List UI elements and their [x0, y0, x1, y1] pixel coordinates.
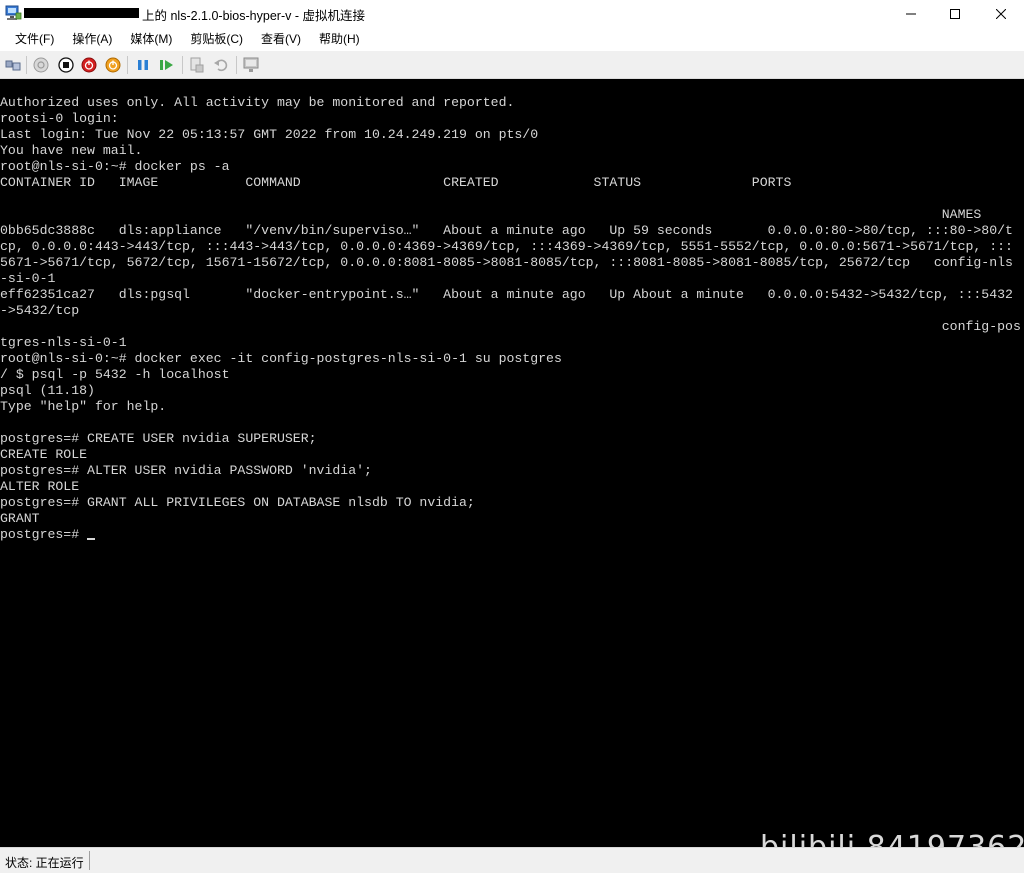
toolbar-separator	[236, 56, 237, 74]
terminal-line: eff62351ca27 dls:pgsql "docker-entrypoin…	[0, 287, 1013, 302]
status-bar: 状态: 正在运行	[0, 847, 1024, 873]
revert-button[interactable]	[212, 56, 230, 74]
terminal-line: tgres-nls-si-0-1	[0, 335, 127, 350]
menu-action[interactable]: 操作(A)	[63, 27, 121, 51]
terminal-line: / $ psql -p 5432 -h localhost	[0, 367, 230, 382]
window-title: 上的 nls-2.1.0-bios-hyper-v - 虚拟机连接	[142, 9, 365, 23]
enhanced-session-icon	[243, 57, 259, 72]
ctrl-alt-del-button[interactable]	[4, 56, 22, 74]
terminal-line: postgres=# ALTER USER nvidia PASSWORD 'n…	[0, 463, 372, 478]
pause-button[interactable]	[134, 56, 152, 74]
terminal-line: postgres=# GRANT ALL PRIVILEGES ON DATAB…	[0, 495, 475, 510]
checkpoint-button[interactable]	[188, 56, 206, 74]
ctrl-alt-del-icon	[5, 60, 21, 71]
shut-down-icon	[81, 57, 97, 73]
resume-button[interactable]	[158, 56, 176, 74]
minimize-button[interactable]	[888, 0, 934, 27]
menu-clipboard[interactable]: 剪贴板(C)	[181, 27, 252, 51]
terminal-line: CONTAINER ID IMAGE COMMAND CREATED STATU…	[0, 175, 792, 190]
turn-off-icon	[58, 57, 74, 73]
close-button[interactable]	[978, 0, 1024, 27]
terminal-line: ALTER ROLE	[0, 479, 80, 494]
revert-icon	[214, 59, 228, 72]
terminal-line: ->5432/tcp	[0, 303, 80, 318]
terminal-line: postgres=# CREATE USER nvidia SUPERUSER;	[0, 431, 317, 446]
terminal-line: root@nls-si-0:~# docker ps -a	[0, 159, 230, 174]
vm-connection-icon	[5, 5, 22, 20]
toolbar	[0, 51, 1024, 79]
maximize-button[interactable]	[932, 0, 978, 27]
terminal-line: root@nls-si-0:~# docker exec -it config-…	[0, 351, 562, 366]
terminal-line: You have new mail.	[0, 143, 143, 158]
terminal-line: NAMES	[0, 207, 982, 222]
vm-console-screen[interactable]: Authorized uses only. All activity may b…	[0, 79, 1024, 847]
maximize-icon	[950, 8, 960, 19]
terminal-line: Authorized uses only. All activity may b…	[0, 95, 515, 110]
terminal-line: Type "help" for help.	[0, 399, 167, 414]
terminal-line: CREATE ROLE	[0, 447, 88, 462]
terminal-line: rootsi-0 login:	[0, 111, 119, 126]
terminal-line: 0bb65dc3888c dls:appliance "/venv/bin/su…	[0, 223, 1013, 238]
menu-help[interactable]: 帮助(H)	[310, 27, 369, 51]
enhanced-session-button[interactable]	[243, 56, 261, 74]
terminal-prompt-line[interactable]: postgres=#	[0, 527, 96, 543]
menu-bar: 文件(F) 操作(A) 媒体(M) 剪贴板(C) 查看(V) 帮助(H)	[0, 27, 1024, 51]
shut-down-button[interactable]	[80, 56, 98, 74]
terminal-line: GRANT	[0, 511, 40, 526]
toolbar-separator	[127, 56, 128, 74]
status-separator	[89, 851, 90, 870]
menu-view[interactable]: 查看(V)	[252, 27, 310, 51]
close-icon	[996, 8, 1006, 19]
checkpoint-icon	[190, 57, 204, 73]
terminal-line: 5671->5671/tcp, 5672/tcp, 15671-15672/tc…	[0, 255, 1013, 270]
power-icon	[105, 57, 121, 73]
terminal-prompt: postgres=#	[0, 527, 88, 542]
redacted-host-name	[24, 8, 139, 18]
menu-file[interactable]: 文件(F)	[6, 27, 63, 51]
status-text: 状态: 正在运行	[5, 856, 84, 870]
minimize-icon	[906, 13, 916, 14]
menu-media[interactable]: 媒体(M)	[121, 27, 181, 51]
terminal-line: Last login: Tue Nov 22 05:13:57 GMT 2022…	[0, 127, 539, 142]
terminal-line: config-pos	[0, 319, 1021, 334]
terminal-line: -si-0-1	[0, 271, 56, 286]
start-button[interactable]	[32, 56, 50, 74]
title-bar: 上的 nls-2.1.0-bios-hyper-v - 虚拟机连接	[0, 0, 1024, 27]
terminal-line: psql (11.18)	[0, 383, 95, 398]
pause-icon	[138, 60, 148, 70]
start-icon	[33, 57, 49, 73]
save-state-button[interactable]	[104, 56, 122, 74]
turn-off-button[interactable]	[57, 56, 75, 74]
toolbar-separator	[26, 56, 27, 74]
terminal-line: cp, 0.0.0.0:443->443/tcp, :::443->443/tc…	[0, 239, 1013, 254]
text-cursor	[87, 538, 96, 540]
toolbar-separator	[182, 56, 183, 74]
resume-icon	[160, 60, 173, 70]
